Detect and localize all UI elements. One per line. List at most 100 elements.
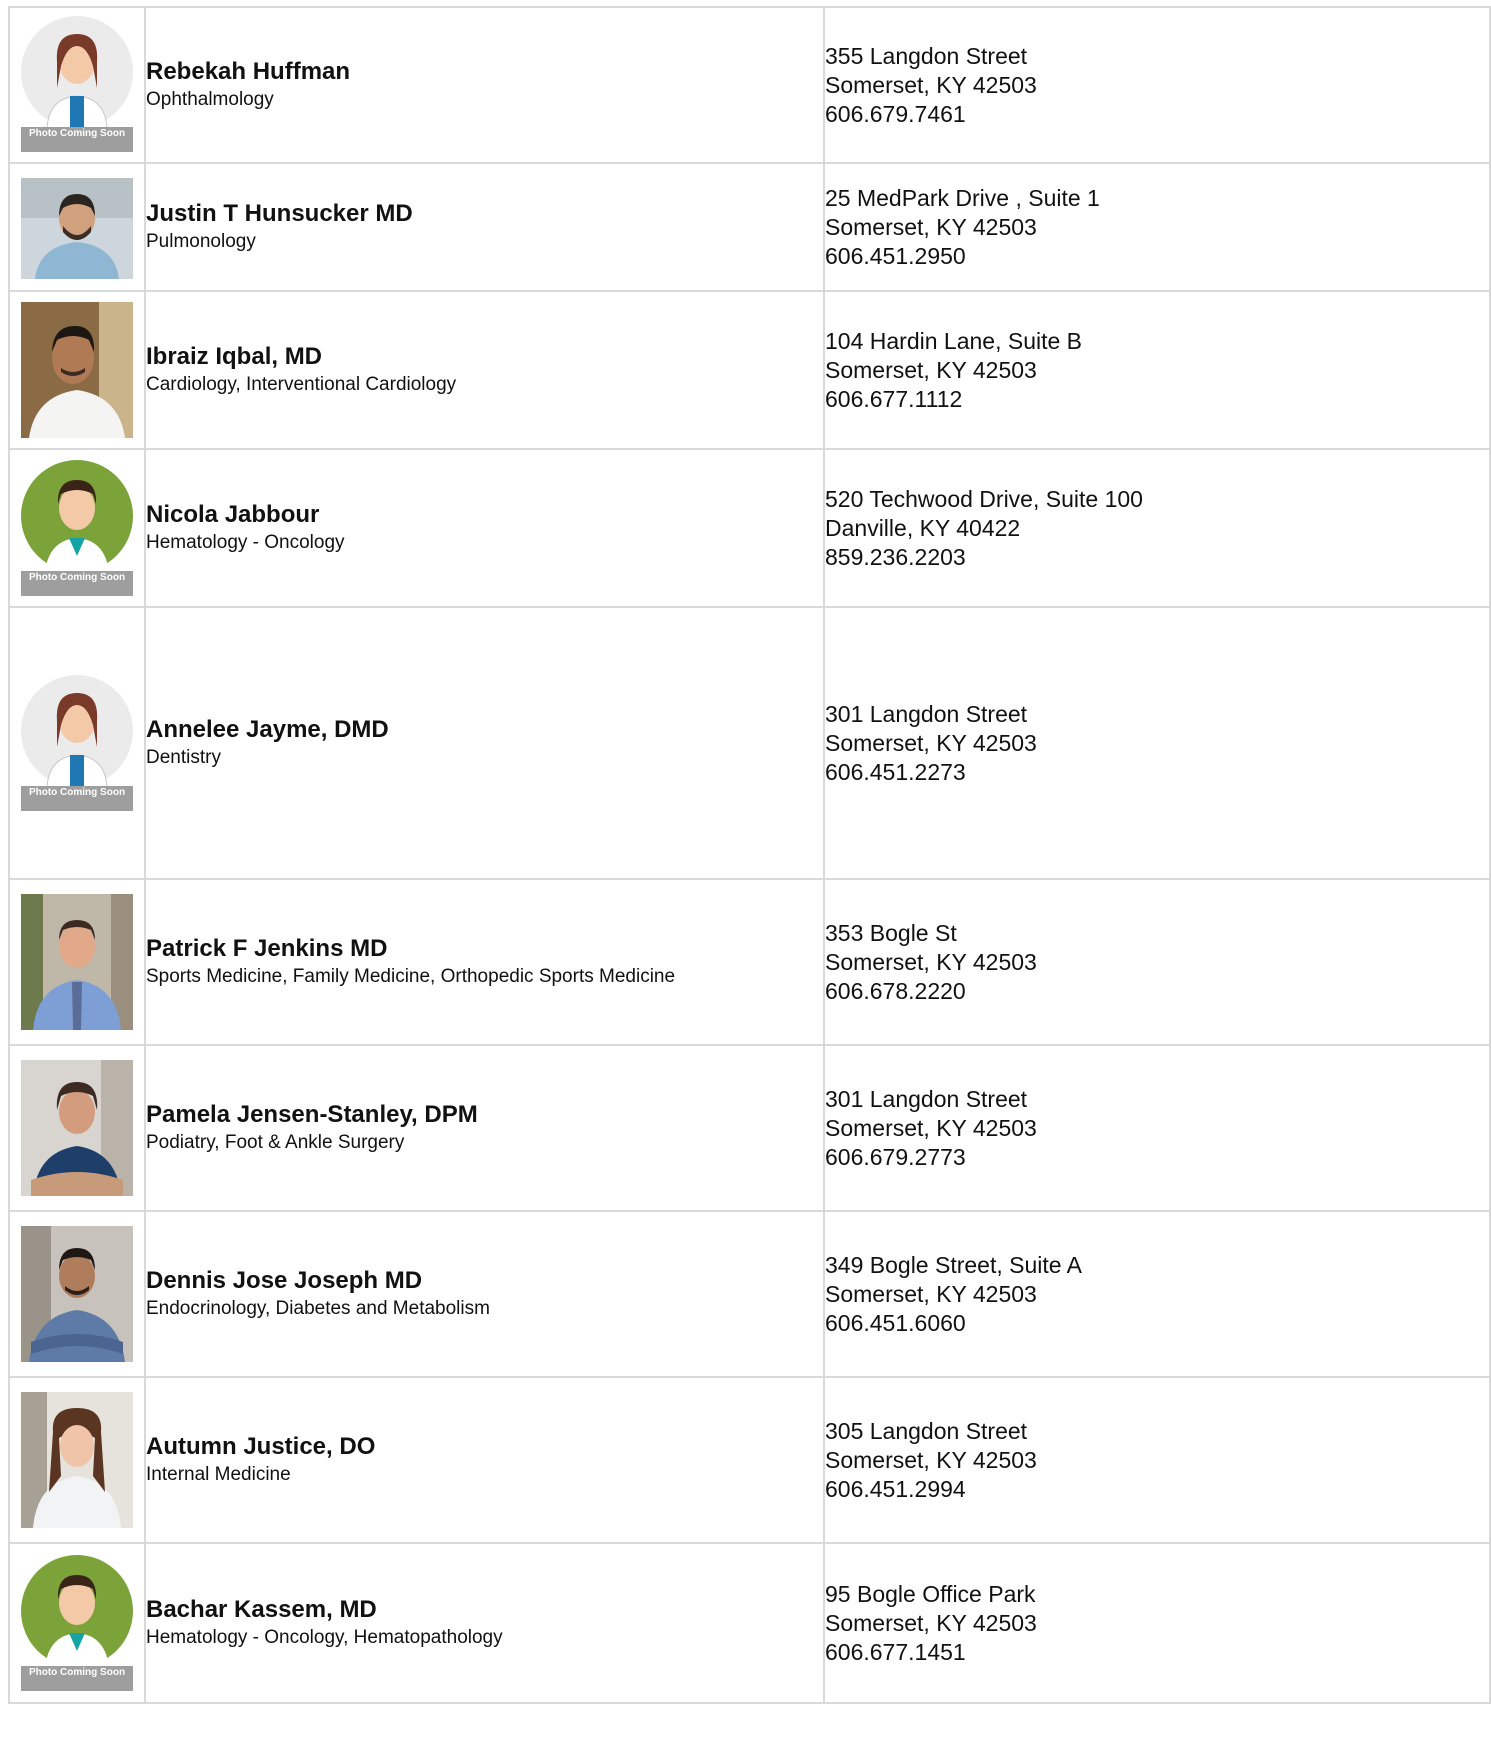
provider-address-cell: 104 Hardin Lane, Suite B Somerset, KY 42… [823, 290, 1491, 450]
photo-coming-soon-label: Photo Coming Soon [21, 571, 133, 596]
address-line-2: Somerset, KY 42503 [825, 948, 1037, 975]
address-line-2: Somerset, KY 42503 [825, 729, 1037, 756]
provider-name-link[interactable]: Justin T Hunsucker MD [146, 199, 823, 229]
address-line-2: Somerset, KY 42503 [825, 1114, 1037, 1141]
placeholder-female-icon[interactable]: Photo Coming Soon [21, 675, 133, 811]
address-line-2: Somerset, KY 42503 [825, 213, 1037, 240]
provider-row: Ibraiz Iqbal, MD Cardiology, Interventio… [8, 290, 1491, 450]
address-line-1: 520 Techwood Drive, Suite 100 [825, 485, 1143, 512]
address-line-2: Somerset, KY 42503 [825, 1280, 1037, 1307]
provider-specialty: Sports Medicine, Family Medicine, Orthop… [146, 966, 676, 987]
provider-specialty: Hematology - Oncology [146, 532, 345, 553]
photo-cell [8, 1044, 146, 1212]
address-line-1: 95 Bogle Office Park [825, 1580, 1036, 1607]
address-line-1: 25 MedPark Drive , Suite 1 [825, 184, 1100, 211]
provider-address-cell: 353 Bogle St Somerset, KY 42503 606.678.… [823, 878, 1491, 1046]
address-line-2: Somerset, KY 42503 [825, 1446, 1037, 1473]
photo-cell: Photo Coming Soon [8, 6, 146, 164]
provider-address-cell: 355 Langdon Street Somerset, KY 42503 60… [823, 6, 1491, 164]
provider-info-cell: Ibraiz Iqbal, MD Cardiology, Interventio… [144, 290, 825, 450]
provider-name-link[interactable]: Nicola Jabbour [146, 500, 823, 530]
provider-info-cell: Patrick F Jenkins MD Sports Medicine, Fa… [144, 878, 825, 1046]
phone-number[interactable]: 606.451.2994 [825, 1475, 1489, 1504]
address-line-1: 353 Bogle St [825, 919, 957, 946]
provider-specialty: Endocrinology, Diabetes and Metabolism [146, 1298, 490, 1319]
provider-row: Autumn Justice, DO Internal Medicine 305… [8, 1376, 1491, 1544]
provider-address-cell: 95 Bogle Office Park Somerset, KY 42503 … [823, 1542, 1491, 1704]
provider-info-cell: Rebekah Huffman Ophthalmology [144, 6, 825, 164]
provider-photo[interactable] [21, 177, 133, 279]
provider-specialty: Podiatry, Foot & Ankle Surgery [146, 1132, 405, 1153]
provider-row: Patrick F Jenkins MD Sports Medicine, Fa… [8, 878, 1491, 1046]
photo-coming-soon-label: Photo Coming Soon [21, 127, 133, 152]
address-line-2: Somerset, KY 42503 [825, 71, 1037, 98]
placeholder-male-icon[interactable]: Photo Coming Soon [21, 460, 133, 596]
provider-name-link[interactable]: Ibraiz Iqbal, MD [146, 342, 823, 372]
provider-photo[interactable] [21, 1060, 133, 1196]
phone-number[interactable]: 606.677.1451 [825, 1638, 1489, 1667]
provider-name-link[interactable]: Annelee Jayme, DMD [146, 715, 823, 745]
provider-row: Pamela Jensen-Stanley, DPM Podiatry, Foo… [8, 1044, 1491, 1212]
provider-row: Photo Coming Soon Rebekah Huffman Ophtha… [8, 6, 1491, 164]
provider-info-cell: Annelee Jayme, DMD Dentistry [144, 606, 825, 880]
provider-name-link[interactable]: Rebekah Huffman [146, 57, 823, 87]
provider-specialty: Dentistry [146, 747, 221, 768]
phone-number[interactable]: 606.679.2773 [825, 1143, 1489, 1172]
phone-number[interactable]: 606.678.2220 [825, 977, 1489, 1006]
photo-coming-soon-label: Photo Coming Soon [21, 786, 133, 811]
provider-specialty: Pulmonology [146, 231, 256, 252]
provider-info-cell: Autumn Justice, DO Internal Medicine [144, 1376, 825, 1544]
provider-photo[interactable] [21, 894, 133, 1030]
provider-address-cell: 349 Bogle Street, Suite A Somerset, KY 4… [823, 1210, 1491, 1378]
address-line-2: Danville, KY 40422 [825, 514, 1021, 541]
address-line-1: 301 Langdon Street [825, 1085, 1028, 1112]
provider-specialty: Hematology - Oncology, Hematopathology [146, 1627, 503, 1648]
phone-number[interactable]: 606.677.1112 [825, 385, 1489, 414]
provider-address-cell: 25 MedPark Drive , Suite 1 Somerset, KY … [823, 162, 1491, 292]
photo-cell: Photo Coming Soon [8, 448, 146, 608]
photo-cell: Photo Coming Soon [8, 606, 146, 880]
provider-specialty: Cardiology, Interventional Cardiology [146, 374, 457, 395]
phone-number[interactable]: 859.236.2203 [825, 543, 1489, 572]
phone-number[interactable]: 606.679.7461 [825, 100, 1489, 129]
provider-name-link[interactable]: Autumn Justice, DO [146, 1432, 823, 1462]
address-line-1: 305 Langdon Street [825, 1417, 1028, 1444]
provider-photo[interactable] [21, 1226, 133, 1362]
address-line-1: 349 Bogle Street, Suite A [825, 1251, 1083, 1278]
photo-cell [8, 878, 146, 1046]
provider-name-link[interactable]: Bachar Kassem, MD [146, 1595, 823, 1625]
phone-number[interactable]: 606.451.2950 [825, 242, 1489, 271]
provider-address-cell: 305 Langdon Street Somerset, KY 42503 60… [823, 1376, 1491, 1544]
provider-directory-table: Photo Coming Soon Rebekah Huffman Ophtha… [8, 6, 1491, 1704]
provider-name-link[interactable]: Dennis Jose Joseph MD [146, 1266, 823, 1296]
photo-cell [8, 290, 146, 450]
address-line-1: 355 Langdon Street [825, 42, 1028, 69]
provider-address-cell: 301 Langdon Street Somerset, KY 42503 60… [823, 1044, 1491, 1212]
provider-photo[interactable] [21, 1392, 133, 1528]
provider-row: Dennis Jose Joseph MD Endocrinology, Dia… [8, 1210, 1491, 1378]
address-line-1: 301 Langdon Street [825, 700, 1028, 727]
address-line-2: Somerset, KY 42503 [825, 1609, 1037, 1636]
provider-name-link[interactable]: Patrick F Jenkins MD [146, 934, 823, 964]
provider-address-cell: 520 Techwood Drive, Suite 100 Danville, … [823, 448, 1491, 608]
phone-number[interactable]: 606.451.2273 [825, 758, 1489, 787]
photo-cell [8, 1210, 146, 1378]
placeholder-male-icon[interactable]: Photo Coming Soon [21, 1555, 133, 1691]
phone-number[interactable]: 606.451.6060 [825, 1309, 1489, 1338]
provider-row: Photo Coming Soon Nicola Jabbour Hematol… [8, 448, 1491, 608]
photo-cell: Photo Coming Soon [8, 1542, 146, 1704]
provider-info-cell: Justin T Hunsucker MD Pulmonology [144, 162, 825, 292]
placeholder-female-icon[interactable]: Photo Coming Soon [21, 16, 133, 152]
provider-photo[interactable] [21, 302, 133, 438]
photo-coming-soon-label: Photo Coming Soon [21, 1666, 133, 1691]
provider-name-link[interactable]: Pamela Jensen-Stanley, DPM [146, 1100, 823, 1130]
provider-row: Justin T Hunsucker MD Pulmonology 25 Med… [8, 162, 1491, 292]
photo-cell [8, 162, 146, 292]
provider-specialty: Ophthalmology [146, 89, 274, 110]
photo-cell [8, 1376, 146, 1544]
provider-address-cell: 301 Langdon Street Somerset, KY 42503 60… [823, 606, 1491, 880]
address-line-1: 104 Hardin Lane, Suite B [825, 327, 1083, 354]
provider-info-cell: Dennis Jose Joseph MD Endocrinology, Dia… [144, 1210, 825, 1378]
provider-row: Photo Coming Soon Bachar Kassem, MD Hema… [8, 1542, 1491, 1704]
provider-row: Photo Coming Soon Annelee Jayme, DMD Den… [8, 606, 1491, 880]
